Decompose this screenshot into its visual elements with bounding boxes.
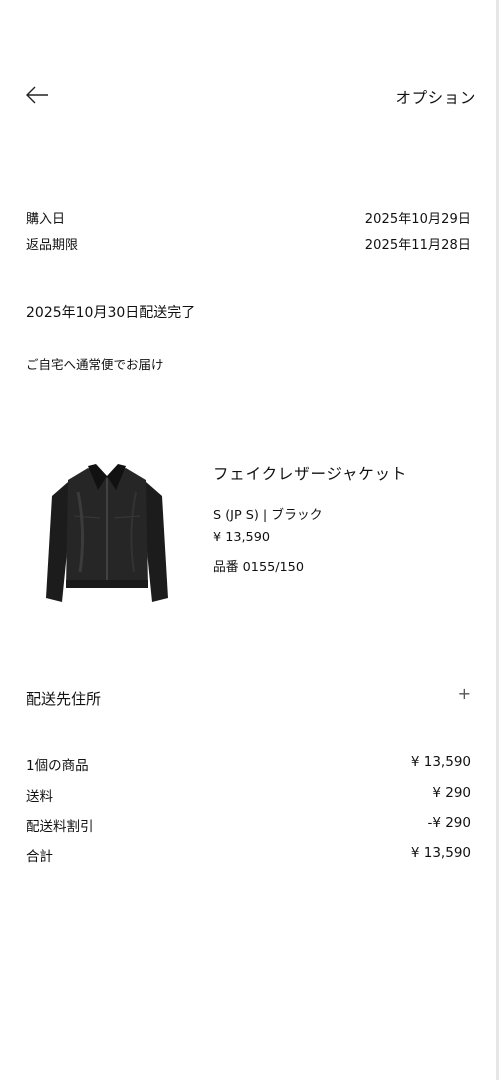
return-deadline-value: 2025年11月28日 [364, 238, 471, 253]
summary-value: ¥ 13,590 [410, 754, 471, 770]
return-deadline-label: 返品期限 [26, 238, 79, 253]
product-price: ¥ 13,590 [213, 530, 270, 545]
delivery-status: 2025年10月30日配送完了 [26, 305, 196, 321]
purchase-date-value: 2025年10月29日 [364, 212, 471, 227]
product-size-color: S (JP S) | ブラック [213, 508, 323, 523]
arrow-left-icon [26, 86, 48, 104]
product-code: 品番 0155/150 [213, 560, 304, 575]
return-deadline-row: 返品期限 2025年11月28日 [26, 234, 471, 253]
summary-label: 合計 [26, 849, 53, 865]
product-image[interactable] [38, 452, 176, 610]
summary-row-total: 合計 ¥ 13,590 [26, 845, 471, 865]
purchase-date-label: 購入日 [26, 212, 66, 227]
plus-icon[interactable]: + [458, 684, 471, 703]
purchase-date-row: 購入日 2025年10月29日 [26, 208, 471, 227]
summary-value: ¥ 13,590 [410, 845, 471, 861]
summary-row-shipping: 送料 ¥ 290 [26, 785, 471, 805]
summary-label: 配送料割引 [26, 819, 94, 835]
summary-label: 送料 [26, 789, 53, 805]
shipping-address-label[interactable]: 配送先住所 [26, 688, 101, 709]
summary-row-discount: 配送料割引 -¥ 290 [26, 815, 471, 835]
product-name[interactable]: フェイクレザージャケット [213, 462, 407, 484]
summary-label: 1個の商品 [26, 758, 89, 774]
leather-jacket-image [46, 464, 168, 602]
delivery-method: ご自宅へ通常便でお届け [26, 357, 164, 372]
summary-value: ¥ 290 [432, 785, 471, 801]
back-button[interactable] [24, 82, 50, 108]
options-button[interactable]: オプション [395, 86, 476, 108]
summary-row-items: 1個の商品 ¥ 13,590 [26, 754, 471, 774]
summary-value: -¥ 290 [427, 815, 471, 831]
